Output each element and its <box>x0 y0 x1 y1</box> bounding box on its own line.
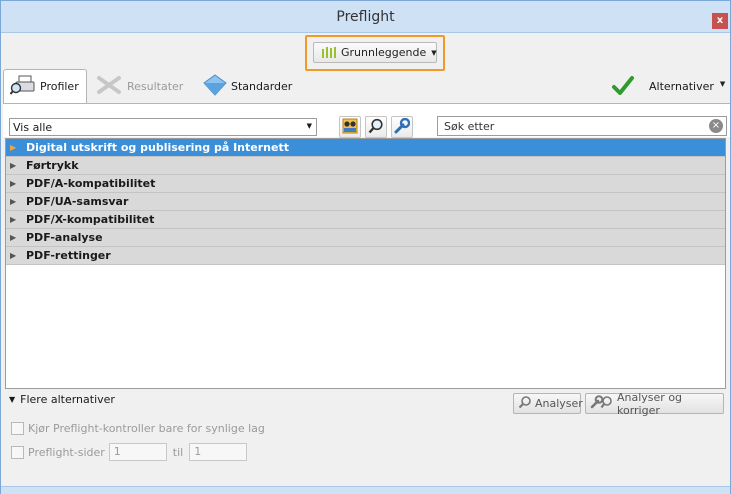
pages-label: Preflight-sider <box>28 445 105 459</box>
expand-arrow-icon[interactable]: ▶ <box>10 161 18 170</box>
visible-layers-checkbox[interactable] <box>11 422 24 435</box>
tab-standarder-label: Standarder <box>231 79 293 93</box>
list-item[interactable]: ▶ Førtrykk <box>6 157 725 175</box>
filter-select-value: Vis alle <box>13 120 53 134</box>
bars-icon <box>322 47 336 58</box>
expand-arrow-icon[interactable]: ▶ <box>10 251 18 260</box>
expand-arrow-icon[interactable]: ▶ <box>10 197 18 206</box>
tab-resultater-label: Resultater <box>127 79 184 93</box>
window-title: Preflight <box>336 9 395 25</box>
clear-icon[interactable]: × <box>709 119 723 133</box>
more-options-toggle[interactable]: ▼ Flere alternativer <box>9 393 115 406</box>
to-label: til <box>172 445 184 459</box>
pages-option: Preflight-sider 1 til 1 <box>11 443 248 461</box>
list-item[interactable]: ▶ PDF-rettinger <box>6 247 725 265</box>
search-profiles-button[interactable] <box>365 116 387 138</box>
analyze-fix-button[interactable]: Analyser og korriger <box>585 390 724 417</box>
wrench-tools-icon <box>95 74 123 99</box>
edit-profile-button[interactable] <box>391 116 413 138</box>
expand-arrow-icon[interactable]: ▶ <box>10 215 18 224</box>
list-item-label: Førtrykk <box>26 159 79 172</box>
tab-profiler[interactable]: Profiler <box>3 69 87 103</box>
analyze-button[interactable]: Analyser <box>513 393 583 414</box>
tab-profiler-label: Profiler <box>40 80 79 93</box>
list-item[interactable]: ▶ PDF/X-kompatibilitet <box>6 211 725 229</box>
mode-selector-highlight: Grunnleggende ▼ <box>305 35 445 71</box>
tab-bar: Profiler Resultater Standarder Alternati… <box>3 69 730 103</box>
tab-resultater[interactable]: Resultater <box>95 69 183 103</box>
list-item-label: PDF-rettinger <box>26 249 111 262</box>
alternatives-label: Alternativer <box>649 80 714 93</box>
profile-toolbar: Vis alle ▼ Søk etter × <box>3 103 730 138</box>
analyze-fix-button-label: Analyser og korriger <box>617 390 683 417</box>
list-item-label: PDF/UA-samsvar <box>26 195 129 208</box>
chevron-down-icon: ▼ <box>719 80 726 88</box>
pages-checkbox[interactable] <box>11 445 24 459</box>
expand-arrow-icon[interactable]: ▶ <box>10 143 18 152</box>
mode-label: Grunnleggende <box>341 46 427 59</box>
profile-options-button[interactable] <box>339 116 361 138</box>
checkmark-icon <box>611 75 635 100</box>
list-item[interactable]: ▶ Digital utskrift og publisering på Int… <box>6 139 725 157</box>
visible-layers-label: Kjør Preflight-kontroller bare for synli… <box>28 422 265 435</box>
tab-standarder[interactable]: Standarder <box>203 69 292 103</box>
list-item-label: Digital utskrift og publisering på Inter… <box>26 141 289 154</box>
printer-magnifier-icon <box>9 74 36 99</box>
binoculars-icon <box>342 118 358 137</box>
filter-select[interactable]: Vis alle ▼ <box>9 118 317 136</box>
search-input[interactable]: Søk etter × <box>437 116 727 136</box>
magnifier-icon <box>368 118 384 137</box>
profile-list: ▶ Digital utskrift og publisering på Int… <box>5 138 726 389</box>
list-item[interactable]: ▶ PDF-analyse <box>6 229 725 247</box>
mode-dropdown-button[interactable]: Grunnleggende ▼ <box>313 42 437 63</box>
search-placeholder: Søk etter <box>444 119 495 133</box>
chevron-down-icon: ▼ <box>431 48 437 57</box>
page-to-field[interactable]: 1 <box>189 443 248 461</box>
expand-arrow-icon[interactable]: ▶ <box>10 179 18 188</box>
preflight-window: Preflight x Grunnleggende ▼ Profiler Res… <box>0 0 731 494</box>
magnifier-icon <box>518 395 532 412</box>
bottom-edge <box>1 486 730 494</box>
analyze-button-label: Analyser <box>535 397 583 410</box>
diamond-icon <box>203 73 227 99</box>
wrench-icon <box>394 117 411 137</box>
list-item-label: PDF/A-kompatibilitet <box>26 177 156 190</box>
wrench-magnifier-icon <box>590 395 614 412</box>
list-item-label: PDF-analyse <box>26 231 103 244</box>
visible-layers-option: Kjør Preflight-kontroller bare for synli… <box>11 422 265 435</box>
list-item-label: PDF/X-kompatibilitet <box>26 213 155 226</box>
page-from-field[interactable]: 1 <box>108 443 167 461</box>
chevron-down-icon: ▼ <box>306 122 312 130</box>
title-bar: Preflight x <box>1 1 730 33</box>
more-options-label: Flere alternativer <box>20 393 115 406</box>
close-button[interactable]: x <box>712 13 728 29</box>
chevron-down-icon: ▼ <box>9 395 16 404</box>
list-item[interactable]: ▶ PDF/A-kompatibilitet <box>6 175 725 193</box>
expand-arrow-icon[interactable]: ▶ <box>10 233 18 242</box>
list-item[interactable]: ▶ PDF/UA-samsvar <box>6 193 725 211</box>
alternatives-menu[interactable]: Alternativer ▼ <box>649 80 725 93</box>
